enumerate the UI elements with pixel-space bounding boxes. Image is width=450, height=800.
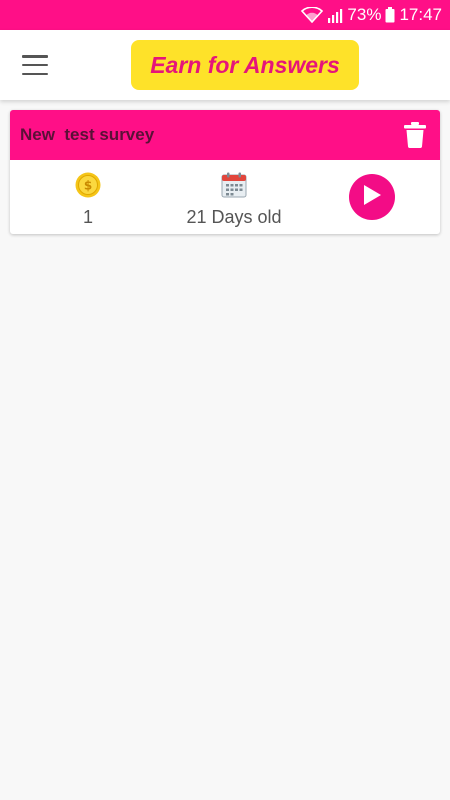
play-icon <box>362 184 382 211</box>
survey-card-body: $ 1 21 Days old <box>10 160 440 234</box>
status-bar: 73% 17:47 <box>0 0 450 30</box>
survey-card-header: New test survey <box>10 110 440 160</box>
hamburger-menu-icon[interactable] <box>20 52 50 78</box>
survey-card[interactable]: New test survey $ 1 21 Days old <box>10 110 440 234</box>
clock: 17:47 <box>399 5 442 24</box>
age-block: 21 Days old <box>160 172 308 228</box>
wifi-icon <box>301 7 324 23</box>
start-survey-button[interactable] <box>349 174 395 220</box>
trash-icon[interactable] <box>400 120 430 150</box>
coins-value: 1 <box>82 207 93 227</box>
calendar-icon <box>221 172 247 203</box>
coin-icon: $ <box>75 172 101 203</box>
app-logo: Earn for Answers <box>131 40 359 90</box>
svg-text:$: $ <box>84 179 92 193</box>
app-bar: Earn for Answers <box>0 30 450 100</box>
signal-icon <box>327 8 343 23</box>
survey-title: New test survey <box>20 125 155 144</box>
battery-icon <box>385 7 395 23</box>
coins-block: $ 1 <box>48 172 128 228</box>
battery-percent: 73% <box>347 5 382 24</box>
age-value: 21 Days old <box>186 207 282 227</box>
